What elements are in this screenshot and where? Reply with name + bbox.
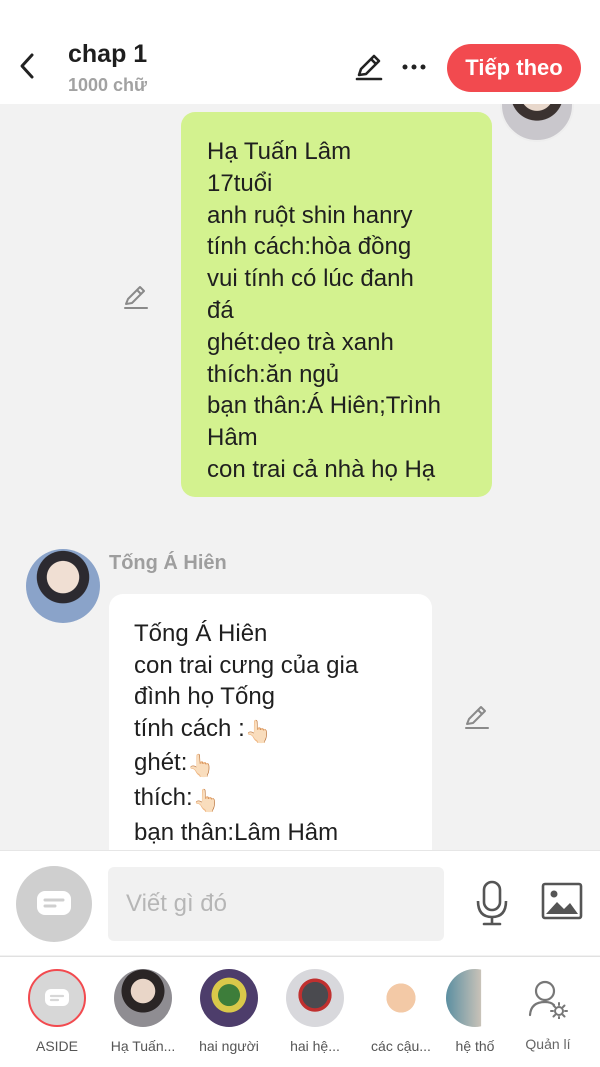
microphone-icon xyxy=(476,880,508,926)
message-line: tính cách:hòa đồng xyxy=(207,233,412,261)
aside-toggle-button[interactable] xyxy=(16,866,92,942)
chevron-left-icon xyxy=(20,53,34,79)
message-line: tính cách :👆🏻 xyxy=(134,713,412,748)
message-line: thích:👆🏻 xyxy=(134,782,412,817)
message-text: tính cách : xyxy=(134,714,245,742)
top-bar: chap 1 1000 chữ Tiếp theo xyxy=(0,0,600,104)
message-line: con trai cưng của gia xyxy=(134,651,359,679)
sender-name: Tống Á Hiên xyxy=(109,552,227,574)
avatar xyxy=(114,969,172,1027)
character-label: các cậu... xyxy=(371,1038,431,1054)
message-icon xyxy=(45,989,69,1006)
character-label: hệ thố xyxy=(455,1038,495,1054)
voice-input-button[interactable] xyxy=(472,879,512,927)
message-bubble-right[interactable]: Hạ Tuấn Lâm 17tuổi anh ruột shin hanry t… xyxy=(181,112,492,497)
avatar xyxy=(286,969,344,1027)
back-button[interactable] xyxy=(12,48,42,84)
message-line: Hạ Tuấn Lâm xyxy=(207,138,352,165)
chat-area[interactable]: Hạ Tuấn Lâm 17tuổi anh ruột shin hanry t… xyxy=(0,104,600,850)
character-bar: ASIDE Hạ Tuấn... hai người hai hệ... các… xyxy=(0,956,600,1067)
character-item[interactable]: hai hệ... xyxy=(273,969,357,1054)
character-item-aside[interactable]: ASIDE xyxy=(15,969,99,1054)
message-line: ghét:dẹo trà xanh xyxy=(207,328,394,356)
message-input[interactable] xyxy=(108,867,444,941)
message-line: bạn thân:Lâm Hâm xyxy=(134,818,339,846)
message-line: bạn thân:Á Hiên;Trình xyxy=(207,392,441,420)
pointing-up-emoji: 👆🏻 xyxy=(244,718,273,744)
character-item[interactable]: hệ thố xyxy=(445,969,505,1054)
chapter-title: chap 1 xyxy=(68,40,148,68)
message-line: Hâm xyxy=(207,424,258,452)
image-icon xyxy=(541,882,583,920)
message-line: vui tính có lúc đanh xyxy=(207,265,414,293)
avatar xyxy=(200,969,258,1027)
insert-image-button[interactable] xyxy=(540,881,584,921)
message-line: Tống Á Hiên xyxy=(134,620,268,647)
message-line: anh ruột shin hanry xyxy=(207,201,413,229)
pointing-up-emoji: 👆🏻 xyxy=(192,787,221,813)
character-item[interactable]: Hạ Tuấn... xyxy=(101,969,185,1054)
pencil-icon xyxy=(465,706,489,729)
edit-title-button[interactable] xyxy=(353,51,385,83)
user-settings-icon xyxy=(528,980,568,1020)
message-line: đá xyxy=(207,296,234,324)
edit-message-button[interactable] xyxy=(462,702,492,732)
more-options-button[interactable] xyxy=(400,52,428,82)
message-input-bar xyxy=(0,850,600,955)
avatar[interactable] xyxy=(26,549,100,623)
aside-avatar xyxy=(28,969,86,1027)
avatar xyxy=(372,969,430,1027)
message-text: ghét: xyxy=(134,749,188,777)
manage-characters-button[interactable]: Quản lí xyxy=(520,979,576,1052)
message-line: đình họ Tống xyxy=(134,683,276,711)
character-label: hai người xyxy=(199,1038,259,1054)
pointing-up-emoji: 👆🏻 xyxy=(187,753,215,779)
message-text: thích: xyxy=(134,783,193,811)
next-button[interactable]: Tiếp theo xyxy=(447,44,581,92)
message-icon xyxy=(37,891,71,915)
character-item[interactable]: hai người xyxy=(187,969,271,1054)
word-count: 1000 chữ xyxy=(68,75,148,95)
pencil-icon xyxy=(124,286,148,309)
message-line: thích:ăn ngủ xyxy=(207,360,340,388)
character-label: Hạ Tuấn... xyxy=(110,1038,176,1054)
pencil-icon xyxy=(355,54,383,81)
more-dots-icon xyxy=(402,64,426,70)
message-line: 17tuổi xyxy=(207,169,273,197)
message-bubble-left[interactable]: Tống Á Hiên con trai cưng của gia đình h… xyxy=(109,594,432,850)
manage-label: Quản lí xyxy=(525,1036,571,1052)
avatar[interactable] xyxy=(500,104,574,142)
message-line: con trai cả nhà họ Hạ xyxy=(207,455,436,483)
message-line: ghét:👆🏻 xyxy=(134,747,412,782)
character-label: hai hệ... xyxy=(290,1038,340,1054)
character-label: ASIDE xyxy=(35,1038,78,1054)
edit-message-button[interactable] xyxy=(121,282,151,312)
character-item[interactable]: các cậu... xyxy=(359,969,443,1054)
avatar xyxy=(446,969,504,1027)
